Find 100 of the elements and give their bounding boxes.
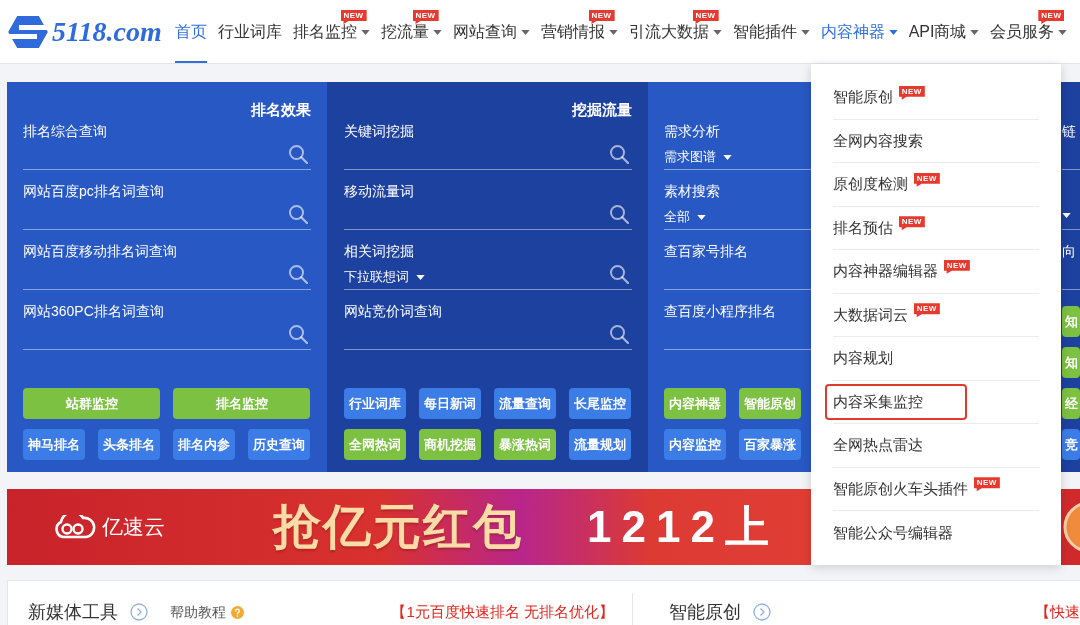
tool-button[interactable]: 头条排名: [98, 429, 160, 460]
search-icon[interactable]: [288, 324, 308, 344]
menu-item[interactable]: 内容规划: [824, 340, 901, 377]
brand-name: 亿速云: [102, 514, 165, 540]
menu-item[interactable]: 原创度检测: [824, 166, 916, 203]
menu-item[interactable]: 内容采集监控: [824, 383, 967, 420]
query-field[interactable]: 排名综合查询: [23, 121, 311, 170]
nav-link[interactable]: 挖流量: [380, 23, 442, 63]
new-badge: NEW: [1038, 10, 1065, 24]
nav-link[interactable]: API商城: [908, 23, 980, 63]
query-field[interactable]: 网站竞价词查询: [344, 301, 632, 350]
option-dropdown[interactable]: 需求图谱: [664, 147, 732, 167]
caret-icon: [888, 30, 898, 35]
field-label: 查百家号排名: [664, 242, 748, 261]
banner-promo: 1212上: [587, 500, 779, 553]
caret-icon: [800, 30, 810, 35]
tool-button[interactable]: 历史查询: [248, 429, 310, 460]
field-label: 网站百度pc排名词查询: [23, 182, 164, 201]
search-icon[interactable]: [609, 264, 629, 284]
menu-item[interactable]: 排名预估: [824, 209, 901, 246]
tool-button[interactable]: 百家暴涨: [739, 429, 801, 460]
banner-headline: 抢亿元红包: [273, 499, 523, 555]
nav-link[interactable]: 排名监控: [292, 23, 370, 63]
menu-item[interactable]: 内容神器编辑器: [824, 253, 946, 290]
help-icon[interactable]: [231, 606, 244, 619]
field-label: 需求分析: [664, 122, 720, 141]
nav-link[interactable]: 行业词库: [217, 23, 282, 63]
tool-button[interactable]: 行业词库: [344, 388, 406, 419]
arrow-circle-icon[interactable]: [130, 603, 148, 621]
menu-item[interactable]: 全网热点雷达: [824, 427, 931, 464]
caret-icon: [697, 214, 706, 220]
query-field[interactable]: 需求分析 需求图谱: [664, 121, 812, 170]
field-label: 网站360PC排名词查询: [23, 302, 164, 321]
logo-link[interactable]: 5118.com: [0, 0, 162, 63]
field-label: 链: [1062, 122, 1076, 141]
field-label: 网站竞价词查询: [344, 302, 442, 321]
caret-icon: [608, 30, 618, 35]
search-icon[interactable]: [609, 144, 629, 164]
tool-button[interactable]: 流量查询: [494, 388, 556, 419]
caret-icon: [416, 274, 425, 280]
query-field[interactable]: 查百度小程序排名: [664, 301, 812, 350]
menu-item[interactable]: 大数据词云: [824, 296, 916, 333]
nav-link[interactable]: 引流大数据: [628, 23, 722, 63]
promo-link[interactable]: 【快速: [1035, 601, 1080, 623]
query-field[interactable]: 网站百度移动排名词查询: [23, 241, 311, 290]
logo-icon: [8, 15, 48, 48]
field-label: 关键词挖掘: [344, 122, 414, 141]
option-dropdown[interactable]: 下拉联想词: [344, 267, 425, 287]
nav-link[interactable]: 内容神器: [820, 23, 898, 63]
menu-item[interactable]: 智能原创火车头插件: [824, 470, 976, 507]
caret-icon[interactable]: [1062, 213, 1071, 218]
menu-item[interactable]: 智能公众号编辑器: [824, 514, 961, 551]
field-label: 素材搜索: [664, 182, 720, 201]
option-dropdown[interactable]: 全部: [664, 207, 706, 227]
query-field[interactable]: 素材搜索 全部: [664, 181, 812, 230]
tool-button[interactable]: 内容监控: [664, 429, 726, 460]
tool-button[interactable]: 流量规划: [569, 429, 631, 460]
caret-icon: [1058, 30, 1068, 35]
new-badge: NEW: [588, 10, 615, 24]
caret-icon: [432, 30, 442, 35]
new-badge: NEW: [913, 303, 940, 318]
tool-button[interactable]: 神马排名: [23, 429, 85, 460]
field-label: 向: [1062, 242, 1076, 261]
query-field[interactable]: 相关词挖掘 下拉联想词: [344, 241, 632, 290]
arrow-circle-icon[interactable]: [753, 603, 771, 621]
nav-link[interactable]: 会员服务: [990, 23, 1068, 63]
caret-icon: [712, 30, 722, 35]
menu-item[interactable]: 智能原创: [824, 79, 901, 116]
query-field[interactable]: 移动流量词: [344, 181, 632, 230]
nav-link[interactable]: 网站查询: [452, 23, 530, 63]
caret-icon: [723, 154, 732, 160]
field-label: 网站百度移动排名词查询: [23, 242, 177, 261]
query-field[interactable]: 向: [1062, 241, 1080, 290]
query-field[interactable]: 网站百度pc排名词查询: [23, 181, 311, 230]
promo-link[interactable]: 【1元百度快速排名 无排名优化】: [391, 601, 614, 623]
search-icon[interactable]: [288, 264, 308, 284]
query-field[interactable]: 关键词挖掘: [344, 121, 632, 170]
new-badge: NEW: [943, 259, 970, 274]
query-field[interactable]: 链: [1062, 121, 1080, 170]
query-field[interactable]: 查百家号排名: [664, 241, 812, 290]
query-field[interactable]: 网站360PC排名词查询: [23, 301, 311, 350]
search-icon[interactable]: [609, 324, 629, 344]
tool-button[interactable]: 排名内参: [173, 429, 235, 460]
tool-button[interactable]: 每日新词: [419, 388, 481, 419]
menu-item[interactable]: 全网内容搜索: [824, 122, 931, 159]
nav-link[interactable]: 首页: [174, 23, 207, 63]
tool-button[interactable]: 长尾监控: [569, 388, 631, 419]
search-icon[interactable]: [609, 204, 629, 224]
section-title: 新媒体工具: [28, 601, 118, 623]
help-link[interactable]: 帮助教程: [170, 601, 226, 623]
nav-link[interactable]: 营销情报: [540, 23, 618, 63]
nav-link[interactable]: 智能插件: [732, 23, 810, 63]
caret-icon: [520, 30, 530, 35]
tool-button[interactable]: 竞: [1062, 429, 1080, 460]
new-badge: NEW: [898, 216, 925, 231]
search-icon[interactable]: [288, 144, 308, 164]
new-badge: NEW: [412, 10, 439, 24]
search-icon[interactable]: [288, 204, 308, 224]
new-badge: NEW: [973, 477, 1000, 492]
field-label: 排名综合查询: [23, 122, 107, 141]
